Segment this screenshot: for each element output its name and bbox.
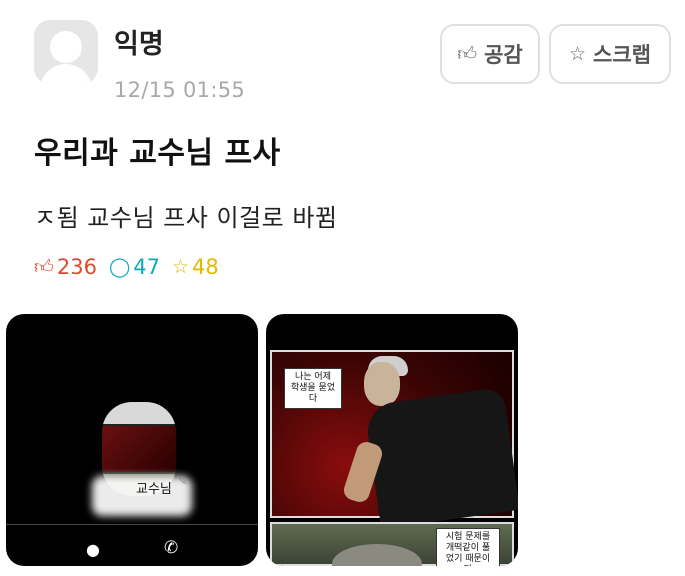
scrap-button[interactable]: ☆ 스크랩 — [549, 24, 671, 84]
thumbs-up-icon: 👍︎ — [34, 255, 54, 278]
comic-caption-top: 나는 어제 학생을 묻었다 — [284, 368, 342, 409]
star-icon: ☆ — [171, 256, 189, 278]
phone-icon: ✆ — [164, 538, 179, 558]
pencil-icon: ✎ — [178, 474, 189, 488]
like-button[interactable]: 👍︎ 공감 — [440, 24, 540, 84]
post-timestamp: 12/15 01:55 — [114, 78, 246, 102]
attached-image-profile-screenshot[interactable]: 교수님 ✎ ● ✆ — [6, 314, 258, 566]
scrap-count: ☆ 48 — [172, 255, 219, 279]
attached-image-comic[interactable]: 나는 어제 학생을 묻었다 시험 문제를 개떡같이 풀었기 때문이다 — [266, 314, 518, 566]
post-stats: 👍︎ 236 ◯ 47 ☆ 48 — [34, 255, 231, 279]
comic-caption-bottom: 시험 문제를 개떡같이 풀었기 때문이다 — [436, 528, 500, 566]
shovel-graphic — [332, 544, 422, 566]
thumbs-up-icon: 👍︎ — [457, 42, 478, 65]
like-count-value: 236 — [56, 255, 97, 279]
like-button-label: 공감 — [484, 43, 523, 67]
scrap-button-label: 스크랩 — [593, 43, 651, 67]
author-avatar — [34, 20, 98, 84]
star-icon: ☆ — [568, 43, 587, 65]
like-count: 👍︎ 236 — [34, 255, 97, 279]
scrap-count-value: 48 — [192, 255, 219, 279]
comic-character-body — [364, 386, 518, 530]
comic-panel-top: 나는 어제 학생을 묻었다 — [270, 350, 518, 530]
comment-bubble-icon: ◯ — [108, 256, 131, 278]
post-content: ㅈ됨 교수님 프사 이걸로 바뀜 — [34, 204, 338, 232]
comic-panel-bottom: 시험 문제를 개떡같이 풀었기 때문이다 — [270, 522, 514, 566]
post-title: 우리과 교수님 프사 — [34, 136, 281, 171]
comment-count: ◯ 47 — [109, 255, 160, 279]
author-name: 익명 — [114, 29, 164, 60]
comic-character-head — [364, 362, 400, 406]
chat-icon: ● — [86, 540, 100, 559]
comment-count-value: 47 — [133, 255, 160, 279]
divider — [6, 524, 258, 525]
profile-name: 교수님 — [136, 482, 172, 497]
